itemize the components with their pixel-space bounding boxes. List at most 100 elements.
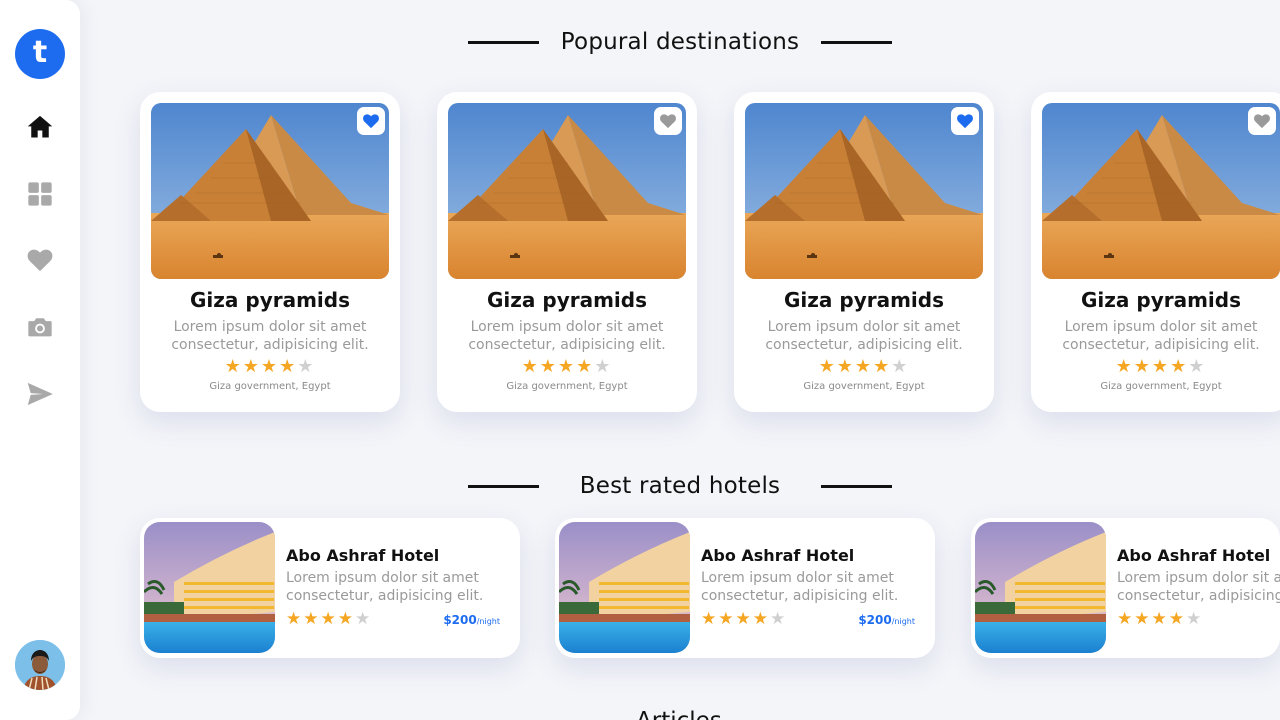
destination-name: Giza pyramids	[487, 288, 647, 312]
description-line: consectetur, adipisicing elit.	[286, 588, 484, 604]
app-logo[interactable]: t	[15, 29, 65, 79]
description-line: Lorem ipsum dolor sit amet	[1064, 319, 1258, 335]
camera-icon[interactable]	[26, 313, 54, 341]
destination-image	[1042, 103, 1280, 279]
rating-stars: ★★★★★	[140, 356, 400, 377]
heading-divider-left	[468, 484, 539, 488]
destination-image	[151, 103, 389, 279]
destination-location: Giza government, Egypt	[1100, 381, 1222, 392]
grid-icon[interactable]	[26, 180, 54, 208]
description-line: consectetur, adipisicing elit.	[1062, 337, 1260, 353]
hotel-name: Abo Ashraf Hotel	[1117, 546, 1271, 565]
rating-stars: ★★★★★	[734, 356, 994, 377]
destination-location: Giza government, Egypt	[803, 381, 925, 392]
hotel-price: $200/night	[443, 613, 500, 627]
star-icon: ★	[1151, 609, 1169, 629]
star-icon: ★	[320, 609, 338, 629]
star-icon: ★	[1168, 609, 1186, 629]
star-icon: ★	[1188, 356, 1207, 377]
price-unit: /night	[476, 617, 500, 626]
star-icon: ★	[260, 356, 280, 377]
star-icon: ★	[891, 356, 910, 377]
star-icon: ★	[1134, 609, 1152, 629]
star-icon: ★	[337, 609, 355, 629]
destination-card[interactable]: Giza pyramids Lorem ipsum dolor sit amet…	[437, 92, 697, 412]
rating-stars: ★★★★★	[1117, 609, 1203, 629]
rating-stars: ★★★★★	[286, 609, 372, 629]
star-icon: ★	[1117, 609, 1135, 629]
star-icon: ★	[752, 609, 770, 629]
hotel-description: Lorem ipsum dolor sit amet consectetur, …	[701, 569, 931, 605]
description-line: consectetur, adipisicing elit.	[701, 588, 899, 604]
destinations-title: Popural destinations	[560, 29, 800, 55]
destination-card[interactable]: Giza pyramids Lorem ipsum dolor sit amet…	[140, 92, 400, 412]
description-line: consectetur, adipisicing elit.	[171, 337, 369, 353]
hotels-title: Best rated hotels	[579, 473, 781, 499]
heading-divider-left	[468, 40, 539, 44]
favorite-heart-icon[interactable]	[951, 107, 979, 135]
hotel-name: Abo Ashraf Hotel	[701, 546, 855, 565]
star-icon: ★	[355, 609, 373, 629]
hotel-description: Lorem ipsum dolor sit amet consectetur, …	[1117, 569, 1280, 605]
destination-name: Giza pyramids	[1081, 288, 1241, 312]
hotel-price: $200/night	[858, 613, 915, 627]
hotels-heading: Best rated hotels	[468, 471, 892, 501]
star-icon: ★	[224, 356, 243, 377]
destination-name: Giza pyramids	[190, 288, 350, 312]
star-icon: ★	[1115, 356, 1134, 377]
heading-divider-right	[821, 40, 892, 44]
star-icon: ★	[836, 356, 855, 377]
hotel-image	[975, 522, 1106, 653]
home-icon[interactable]	[26, 113, 54, 141]
destinations-heading: Popural destinations	[468, 27, 892, 57]
description-line: Lorem ipsum dolor sit amet	[173, 319, 367, 335]
hotel-description: Lorem ipsum dolor sit amet consectetur, …	[286, 569, 516, 605]
destination-location: Giza government, Egypt	[506, 381, 628, 392]
star-icon: ★	[303, 609, 321, 629]
hotel-image	[144, 522, 275, 653]
destination-description: Lorem ipsum dolor sit amet consectetur, …	[457, 318, 677, 354]
price-value: $200	[443, 613, 477, 627]
hotel-card[interactable]: Abo Ashraf Hotel Lorem ipsum dolor sit a…	[555, 518, 935, 658]
destination-image	[745, 103, 983, 279]
star-icon: ★	[818, 356, 837, 377]
description-line: Lorem ipsum dolor sit amet	[286, 570, 479, 586]
description-line: Lorem ipsum dolor sit amet	[1117, 570, 1280, 586]
star-icon: ★	[1133, 356, 1152, 377]
destination-card[interactable]: Giza pyramids Lorem ipsum dolor sit amet…	[734, 92, 994, 412]
description-line: consectetur, adipisicing elit.	[1117, 588, 1280, 604]
destination-location: Giza government, Egypt	[209, 381, 331, 392]
hotel-card[interactable]: Abo Ashraf Hotel Lorem ipsum dolor sit a…	[971, 518, 1280, 658]
star-icon: ★	[735, 609, 753, 629]
destination-description: Lorem ipsum dolor sit amet consectetur, …	[754, 318, 974, 354]
hotel-image	[559, 522, 690, 653]
star-icon: ★	[242, 356, 261, 377]
destination-image	[448, 103, 686, 279]
favorite-heart-icon[interactable]	[654, 107, 682, 135]
description-line: consectetur, adipisicing elit.	[468, 337, 666, 353]
rating-stars: ★★★★★	[701, 609, 787, 629]
star-icon: ★	[286, 609, 304, 629]
star-icon: ★	[701, 609, 719, 629]
heading-divider-right	[821, 484, 892, 488]
sidebar: t	[0, 0, 80, 720]
destination-description: Lorem ipsum dolor sit amet consectetur, …	[1051, 318, 1271, 354]
description-line: Lorem ipsum dolor sit amet	[701, 570, 894, 586]
rating-stars: ★★★★★	[437, 356, 697, 377]
price-value: $200	[858, 613, 892, 627]
heart-icon[interactable]	[26, 246, 54, 274]
send-icon[interactable]	[26, 380, 54, 408]
destination-name: Giza pyramids	[784, 288, 944, 312]
star-icon: ★	[873, 356, 892, 377]
hotel-card[interactable]: Abo Ashraf Hotel Lorem ipsum dolor sit a…	[140, 518, 520, 658]
destination-card[interactable]: Giza pyramids Lorem ipsum dolor sit amet…	[1031, 92, 1280, 412]
price-unit: /night	[891, 617, 915, 626]
description-line: Lorem ipsum dolor sit amet	[767, 319, 961, 335]
favorite-heart-icon[interactable]	[1248, 107, 1276, 135]
description-line: Lorem ipsum dolor sit amet	[470, 319, 664, 335]
user-avatar[interactable]	[15, 640, 65, 690]
description-line: consectetur, adipisicing elit.	[765, 337, 963, 353]
star-icon: ★	[1151, 356, 1171, 377]
favorite-heart-icon[interactable]	[357, 107, 385, 135]
star-icon: ★	[1186, 609, 1204, 629]
